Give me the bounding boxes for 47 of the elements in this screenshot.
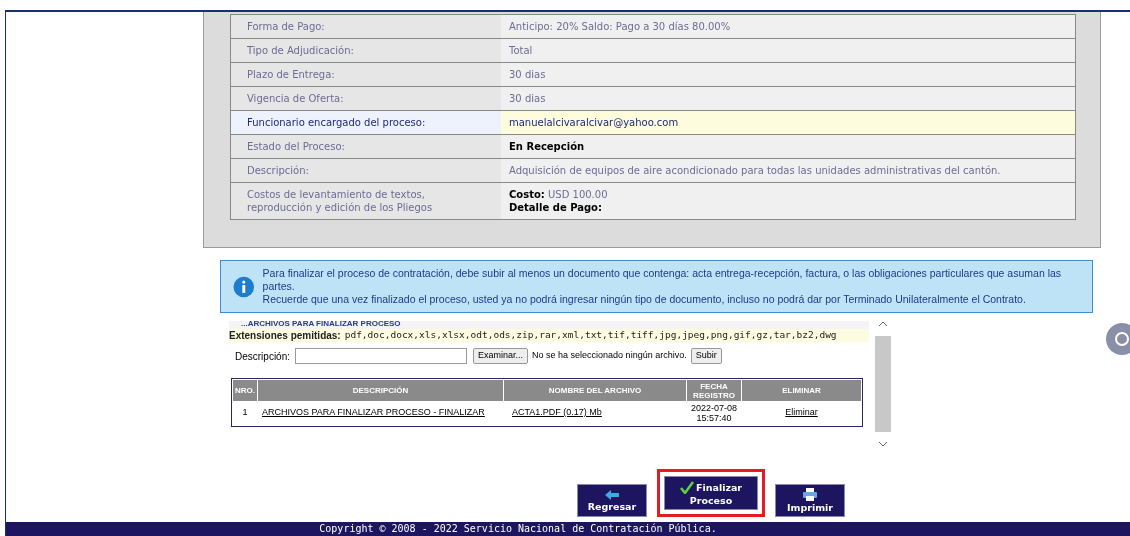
check-icon — [679, 480, 694, 494]
info-icon — [233, 275, 255, 298]
delete-link[interactable]: Eliminar — [742, 406, 861, 420]
action-button[interactable]: Regresar — [577, 484, 647, 517]
copyright-text: Copyright © 2008 - 2022 Servicio Nacional de Contratación Pública. — [319, 522, 717, 536]
printer-icon — [803, 488, 817, 501]
round-tool-icon[interactable] — [1105, 322, 1130, 356]
table-cell-text: 1 — [241, 406, 249, 420]
description-link[interactable]: ARCHIVOS PARA FINALIZAR PROCESO - FINALIZAR — [258, 406, 503, 420]
section-heading: ...ARCHIVOS PARA FINALIZAR PROCESO — [229, 321, 869, 329]
detail-label: Forma de Pago: — [231, 15, 501, 38]
description-input[interactable] — [295, 348, 468, 364]
detail-value: Total — [501, 39, 1075, 62]
column-header: FECHA REGISTRO — [687, 380, 741, 401]
detail-value: Adquisición de equipos de aire acondicionado para todas las unidades administrativas del cantón. — [501, 159, 1075, 182]
detail-value: Anticipo: 20% Saldo: Pago a 30 días 80.00% — [501, 15, 1075, 38]
column-header: ELIMINAR — [742, 380, 861, 401]
detail-label: Descripción: — [231, 159, 501, 182]
extensions-label: Extensiones pemitidas: — [229, 329, 341, 343]
detail-value: Costo: USD 100.00 Detalle de Pago: — [501, 183, 1075, 219]
description-label: Descripción: — [235, 349, 291, 364]
detail-label: Funcionario encargado del proceso: — [231, 111, 501, 134]
browse-button[interactable]: Examinar... — [473, 348, 529, 364]
column-header: NRO. — [233, 380, 257, 401]
action-button[interactable]: Finalizar Proceso — [664, 476, 758, 510]
notice-text: Para finalizar el proceso de contratación, debe subir al menos un documento que contenga: acta entrega-recepción, factura, o las obligaciones particulares que asuman las partes. Recuerde que una vez finalizado el proceso, usted ya no podrá ingresar ningún tipo de documento, incluso no podrá dar por Terminado Unilateralmente el Contrato. — [262, 267, 1063, 306]
upload-button[interactable]: Subir — [690, 348, 722, 364]
date-cell-text: 2022-07-08 15:57:40 — [689, 403, 738, 423]
file-link[interactable]: ACTA1.PDF (0.17) Mb — [504, 406, 686, 420]
no-file-text: No se ha seleccionado ningún archivo. — [532, 349, 687, 363]
detail-label: Plazo de Entrega: — [231, 63, 501, 86]
extensions-list: pdf,doc,docx,xls,xlsx,odt,ods,zip,rar,xml,txt,tif,tiff,jpg,jpeg,png,gif,gz,tar,bz2,dwg — [344, 328, 837, 343]
column-header: DESCRIPCIÓN — [258, 380, 503, 401]
detail-value: manuelalcivaralcivar@yahoo.com — [501, 111, 1075, 134]
scroll-down-icon[interactable] — [879, 442, 887, 447]
detail-value: 30 dias — [501, 87, 1075, 110]
scrollbar[interactable] — [875, 321, 891, 447]
detail-value: 30 dias — [501, 63, 1075, 86]
detail-value: En Recepción — [501, 135, 1075, 158]
detail-label: Estado del Proceso: — [231, 135, 501, 158]
column-header: NOMBRE DEL ARCHIVO — [504, 380, 686, 401]
detail-label: Tipo de Adjudicación: — [231, 39, 501, 62]
action-button[interactable]: Imprimir — [775, 484, 845, 517]
detail-label: Costos de levantamiento de textos, reproducción y edición de los Pliegos — [231, 183, 501, 219]
left-arrow-icon — [605, 489, 619, 500]
scroll-up-icon[interactable] — [879, 321, 887, 326]
detail-label: Vigencia de Oferta: — [231, 87, 501, 110]
